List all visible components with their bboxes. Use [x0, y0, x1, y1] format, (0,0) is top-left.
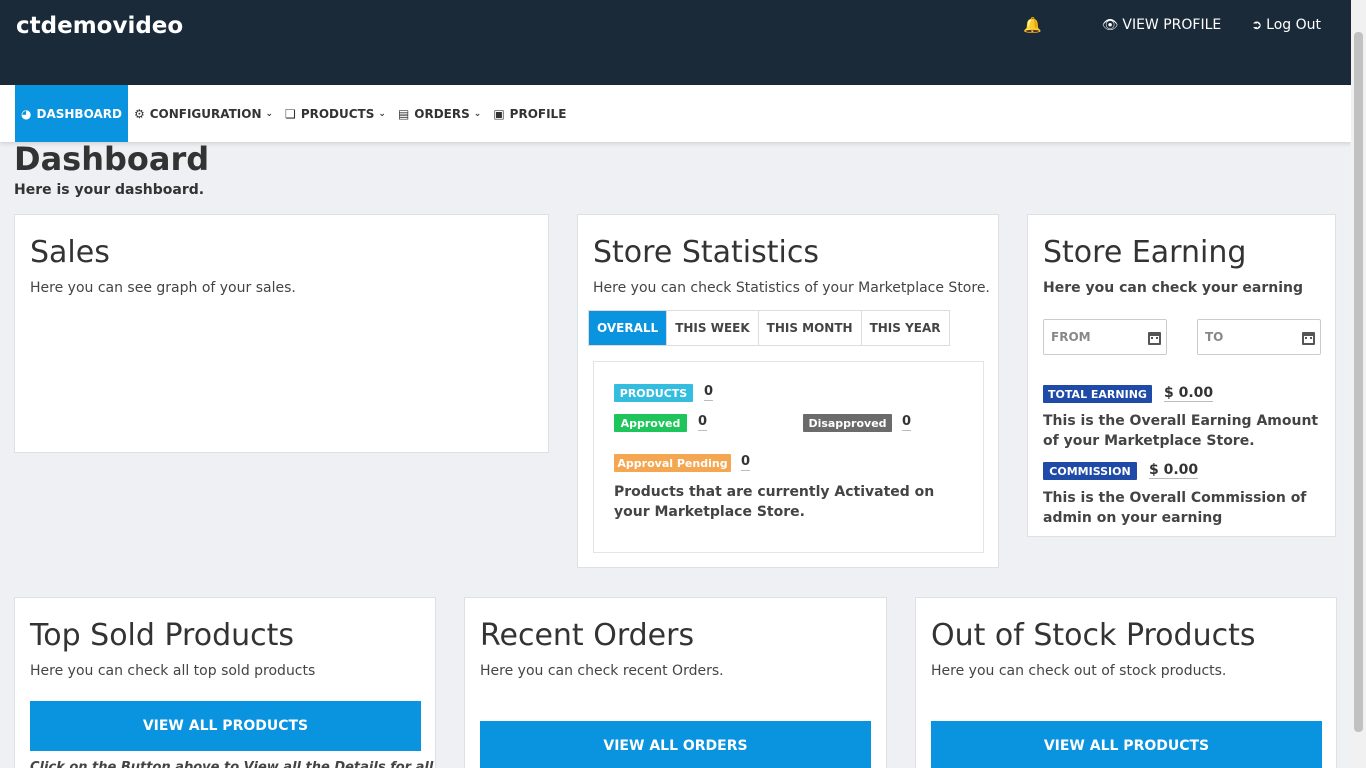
- tab-this-year[interactable]: THIS YEAR: [861, 311, 949, 345]
- tab-this-week[interactable]: THIS WEEK: [667, 311, 759, 345]
- store-earning-card: Store Earning Here you can check your ea…: [1027, 214, 1336, 537]
- header-actions: 🔔 👁 VIEW PROFILE ➲ Log Out: [1023, 16, 1321, 34]
- from-date-input[interactable]: FROM: [1043, 319, 1167, 355]
- nav-configuration[interactable]: ⚙ CONFIGURATION ⌄: [128, 85, 279, 142]
- logout-icon: ➲: [1251, 17, 1263, 33]
- nav-orders[interactable]: ▤ ORDERS ⌄: [392, 85, 487, 142]
- out-of-stock-title: Out of Stock Products: [931, 618, 1256, 653]
- total-earning-note: This is the Overall Earning Amount of yo…: [1043, 413, 1319, 449]
- store-statistics-card: Store Statistics Here you can check Stat…: [577, 214, 999, 568]
- pending-badge: Approval Pending: [614, 454, 731, 472]
- pending-count: 0: [741, 454, 751, 471]
- nav-products-label: PRODUCTS: [300, 106, 375, 121]
- bell-icon[interactable]: 🔔: [1023, 16, 1042, 34]
- brand-title[interactable]: ctdemovideo: [16, 13, 183, 39]
- top-header: ctdemovideo 🔔 👁 VIEW PROFILE ➲ Log Out: [0, 0, 1351, 85]
- view-profile-label: VIEW PROFILE: [1122, 17, 1222, 33]
- nav-configuration-label: CONFIGURATION: [149, 106, 262, 121]
- store-earning-description: Here you can check your earning: [1043, 280, 1303, 296]
- gear-icon: ⚙: [133, 106, 145, 121]
- statistics-panel: PRODUCTS 0 Approved 0 Disapproved 0 Appr…: [593, 361, 984, 553]
- to-date-placeholder: TO: [1205, 330, 1224, 344]
- page-title: Dashboard: [14, 140, 210, 178]
- tab-this-month[interactable]: THIS MONTH: [758, 311, 862, 345]
- statistics-tabs: OVERALL THIS WEEK THIS MONTH THIS YEAR: [588, 310, 950, 346]
- to-date-input[interactable]: TO: [1197, 319, 1321, 355]
- store-statistics-description: Here you can check Statistics of your Ma…: [593, 280, 990, 296]
- view-all-products-button[interactable]: VIEW ALL PRODUCTS: [30, 701, 421, 751]
- main-nav: ◕ DASHBOARD ⚙ CONFIGURATION ⌄ ❏ PRODUCTS…: [0, 85, 1351, 142]
- commission-note: This is the Overall Commission of admin …: [1043, 490, 1307, 526]
- total-earning-badge: TOTAL EARNING: [1043, 385, 1152, 403]
- from-date-placeholder: FROM: [1051, 330, 1091, 344]
- view-profile-link[interactable]: 👁 VIEW PROFILE: [1102, 17, 1221, 33]
- store-earning-title: Store Earning: [1043, 235, 1247, 270]
- page-subtitle: Here is your dashboard.: [14, 182, 205, 198]
- id-card-icon: ▣: [493, 106, 505, 121]
- sales-card: Sales Here you can see graph of your sal…: [14, 214, 549, 453]
- dashboard-icon: ◕: [21, 106, 32, 121]
- sales-description: Here you can see graph of your sales.: [30, 280, 296, 296]
- eye-icon: 👁: [1101, 17, 1119, 33]
- commission-badge: COMMISSION: [1043, 462, 1137, 480]
- statistics-note: Products that are currently Activated on…: [614, 484, 935, 520]
- scrollbar-thumb[interactable]: [1354, 32, 1363, 732]
- approved-badge: Approved: [614, 414, 687, 432]
- nav-profile-label: PROFILE: [509, 106, 567, 121]
- store-statistics-title: Store Statistics: [593, 235, 819, 270]
- top-sold-products-card: Top Sold Products Here you can check all…: [14, 597, 436, 768]
- chevron-down-icon: ⌄: [378, 108, 386, 119]
- top-sold-title: Top Sold Products: [30, 618, 295, 653]
- logout-link[interactable]: ➲ Log Out: [1251, 17, 1321, 33]
- top-sold-footnote: Click on the Button above to View all th…: [30, 760, 434, 768]
- chevron-down-icon: ⌄: [265, 108, 274, 119]
- nav-profile[interactable]: ▣ PROFILE: [487, 85, 572, 142]
- chevron-down-icon: ⌄: [473, 108, 482, 119]
- view-all-orders-button[interactable]: VIEW ALL ORDERS: [480, 721, 871, 768]
- nav-dashboard[interactable]: ◕ DASHBOARD: [15, 85, 128, 142]
- approved-count: 0: [698, 414, 708, 431]
- calendar-icon[interactable]: [1302, 332, 1315, 345]
- recent-orders-card: Recent Orders Here you can check recent …: [464, 597, 887, 768]
- nav-dashboard-label: DASHBOARD: [36, 106, 122, 121]
- recent-orders-title: Recent Orders: [480, 618, 695, 653]
- disapproved-count: 0: [902, 414, 912, 431]
- orders-icon: ▤: [397, 106, 410, 121]
- top-sold-description: Here you can check all top sold products: [30, 663, 316, 679]
- view-all-out-of-stock-button[interactable]: VIEW ALL PRODUCTS: [931, 721, 1322, 768]
- recent-orders-description: Here you can check recent Orders.: [480, 663, 724, 679]
- calendar-icon[interactable]: [1148, 332, 1161, 345]
- tab-overall[interactable]: OVERALL: [589, 311, 668, 345]
- disapproved-badge: Disapproved: [803, 414, 892, 432]
- logout-label: Log Out: [1266, 17, 1321, 33]
- page-scrollbar[interactable]: [1351, 0, 1366, 768]
- commission-amount: $ 0.00: [1149, 462, 1199, 479]
- products-badge: PRODUCTS: [614, 384, 693, 402]
- total-earning-amount: $ 0.00: [1164, 385, 1214, 402]
- out-of-stock-description: Here you can check out of stock products…: [931, 663, 1227, 679]
- products-icon: ❏: [285, 106, 296, 121]
- sales-title: Sales: [30, 235, 110, 270]
- products-count: 0: [704, 384, 714, 401]
- out-of-stock-card: Out of Stock Products Here you can check…: [915, 597, 1337, 768]
- nav-orders-label: ORDERS: [414, 106, 470, 121]
- nav-products[interactable]: ❏ PRODUCTS ⌄: [279, 85, 392, 142]
